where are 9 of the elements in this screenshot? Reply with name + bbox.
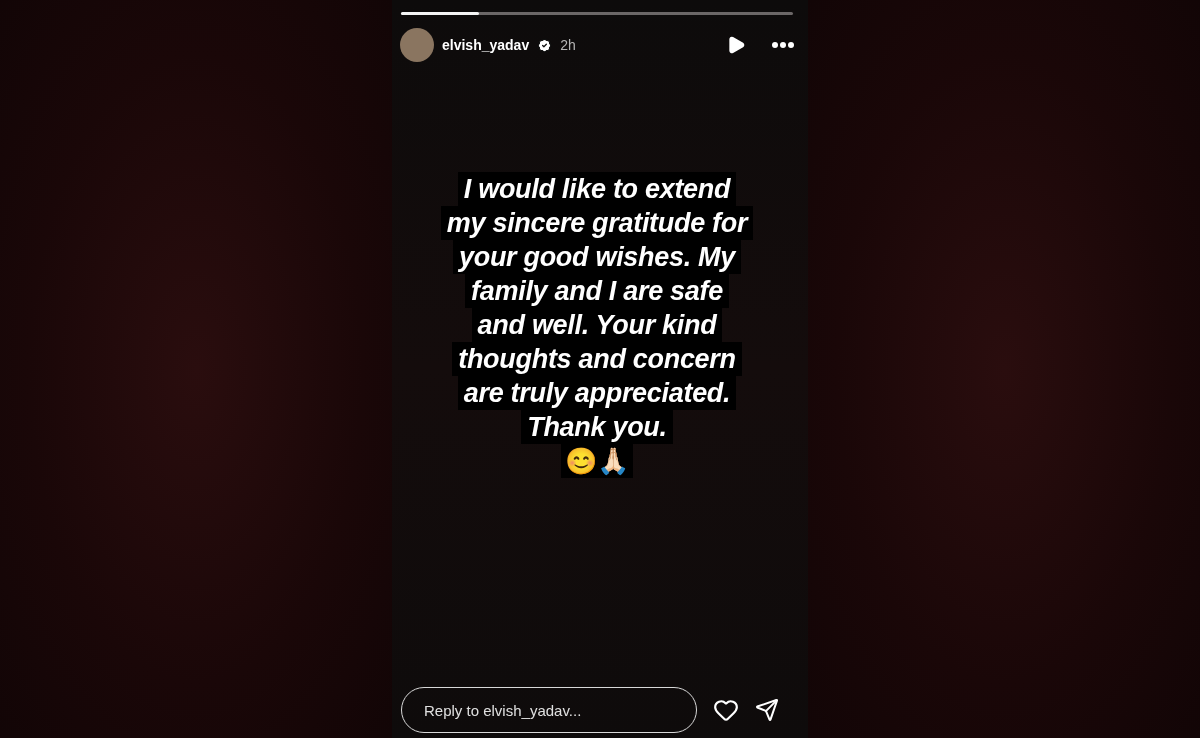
play-button[interactable] bbox=[726, 35, 746, 55]
more-button[interactable] bbox=[772, 42, 794, 48]
avatar[interactable] bbox=[400, 28, 434, 62]
like-button[interactable] bbox=[713, 697, 739, 723]
share-button[interactable] bbox=[755, 698, 779, 722]
post-time: 2h bbox=[560, 37, 576, 53]
reply-field[interactable]: Reply to elvish_yadav... bbox=[401, 687, 697, 733]
username[interactable]: elvish_yadav bbox=[442, 37, 530, 53]
emoji-text: 😊🙏🏻 bbox=[561, 444, 633, 478]
